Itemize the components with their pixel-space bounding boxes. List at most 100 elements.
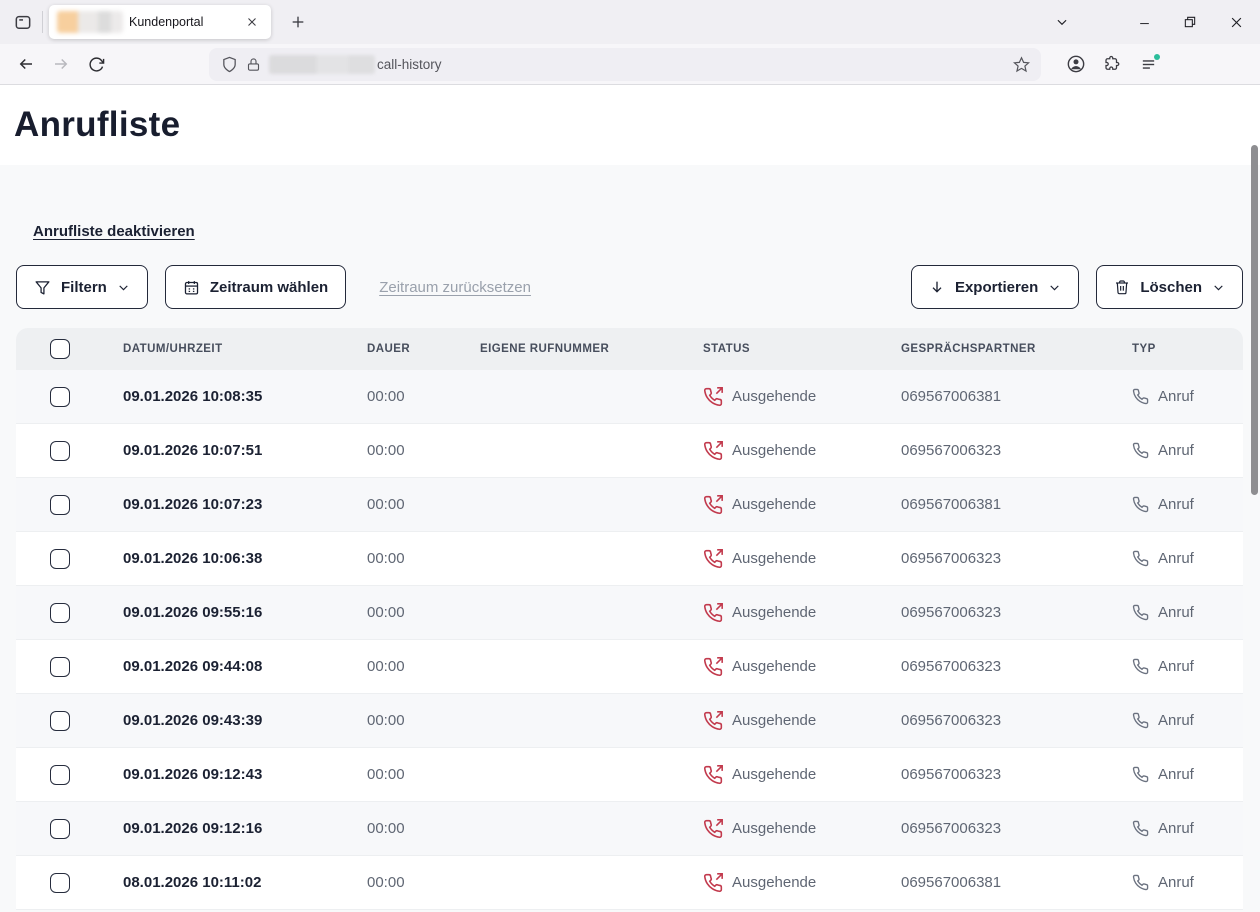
extensions-icon[interactable] bbox=[1097, 49, 1127, 79]
table-header-row: DATUM/UHRZEIT DAUER EIGENE RUFNUMMER STA… bbox=[16, 328, 1243, 370]
phone-icon bbox=[1132, 388, 1149, 405]
new-tab-button[interactable] bbox=[283, 7, 313, 37]
reset-date-range-link[interactable]: Zeitraum zurücksetzen bbox=[379, 279, 531, 296]
tab-close-icon[interactable] bbox=[241, 11, 263, 33]
status-label: Ausgehende bbox=[732, 442, 816, 459]
row-checkbox[interactable] bbox=[50, 765, 70, 785]
tab-list-chevron-icon[interactable] bbox=[1042, 0, 1082, 44]
date-range-button-label: Zeitraum wählen bbox=[210, 279, 328, 296]
browser-toolbar: call-history bbox=[0, 44, 1260, 85]
lock-icon[interactable] bbox=[241, 52, 265, 76]
cell-datetime: 09.01.2026 09:44:08 bbox=[123, 658, 367, 675]
status-label: Ausgehende bbox=[732, 820, 816, 837]
cell-type: Anruf bbox=[1132, 550, 1243, 567]
row-checkbox[interactable] bbox=[50, 495, 70, 515]
address-bar[interactable]: call-history bbox=[209, 48, 1041, 81]
close-icon[interactable] bbox=[1216, 0, 1256, 44]
status-label: Ausgehende bbox=[732, 496, 816, 513]
row-checkbox[interactable] bbox=[50, 873, 70, 893]
url-redacted-domain bbox=[269, 55, 375, 74]
outgoing-call-icon bbox=[703, 603, 723, 623]
filter-icon bbox=[34, 279, 51, 296]
outgoing-call-icon bbox=[703, 819, 723, 839]
phone-icon bbox=[1132, 874, 1149, 891]
row-checkbox[interactable] bbox=[50, 819, 70, 839]
row-checkbox[interactable] bbox=[50, 603, 70, 623]
calendar-icon bbox=[183, 279, 200, 296]
titlebar-separator bbox=[42, 11, 43, 33]
trash-icon bbox=[1114, 279, 1130, 295]
col-header-duration: DAUER bbox=[367, 343, 480, 355]
outgoing-call-icon bbox=[703, 387, 723, 407]
select-all-checkbox[interactable] bbox=[50, 339, 70, 359]
filter-button[interactable]: Filtern bbox=[16, 265, 148, 309]
cell-type: Anruf bbox=[1132, 658, 1243, 675]
cell-status: Ausgehende bbox=[703, 549, 901, 569]
browser-tab[interactable]: Kundenportal bbox=[49, 5, 271, 39]
outgoing-call-icon bbox=[703, 873, 723, 893]
date-range-button[interactable]: Zeitraum wählen bbox=[165, 265, 346, 309]
browser-titlebar: Kundenportal bbox=[0, 0, 1260, 44]
cell-datetime: 09.01.2026 09:12:43 bbox=[123, 766, 367, 783]
delete-button[interactable]: Löschen bbox=[1096, 265, 1243, 309]
phone-icon bbox=[1132, 820, 1149, 837]
cell-status: Ausgehende bbox=[703, 441, 901, 461]
cell-type: Anruf bbox=[1132, 442, 1243, 459]
table-row: 09.01.2026 10:07:51 00:00 Ausgehende 069… bbox=[16, 424, 1243, 478]
action-toolbar: Filtern Zeitraum wählen Zeitraum zurücks… bbox=[16, 265, 1243, 309]
action-toolbar-right: Exportieren Löschen bbox=[911, 265, 1243, 309]
phone-icon bbox=[1132, 658, 1149, 675]
cell-status: Ausgehende bbox=[703, 495, 901, 515]
filter-button-label: Filtern bbox=[61, 279, 107, 296]
cell-status: Ausgehende bbox=[703, 387, 901, 407]
cell-type: Anruf bbox=[1132, 388, 1243, 405]
cell-duration: 00:00 bbox=[367, 550, 480, 567]
row-checkbox[interactable] bbox=[50, 387, 70, 407]
page-scrollbar[interactable] bbox=[1251, 145, 1258, 495]
cell-duration: 00:00 bbox=[367, 712, 480, 729]
row-checkbox[interactable] bbox=[50, 711, 70, 731]
forward-icon[interactable] bbox=[47, 50, 75, 78]
cell-type: Anruf bbox=[1132, 604, 1243, 621]
firefox-view-icon[interactable] bbox=[8, 7, 38, 37]
phone-icon bbox=[1132, 604, 1149, 621]
cell-type: Anruf bbox=[1132, 766, 1243, 783]
export-button[interactable]: Exportieren bbox=[911, 265, 1079, 309]
cell-partner: 069567006381 bbox=[901, 496, 1132, 513]
table-row: 08.01.2026 10:11:02 00:00 Ausgehende 069… bbox=[16, 856, 1243, 910]
back-icon[interactable] bbox=[12, 50, 40, 78]
cell-datetime: 09.01.2026 09:55:16 bbox=[123, 604, 367, 621]
account-icon[interactable] bbox=[1061, 49, 1091, 79]
status-label: Ausgehende bbox=[732, 766, 816, 783]
page-title: Anrufliste bbox=[14, 105, 180, 145]
type-label: Anruf bbox=[1158, 658, 1194, 675]
bookmark-star-icon[interactable] bbox=[1009, 52, 1033, 76]
col-header-own-number: EIGENE RUFNUMMER bbox=[480, 343, 703, 355]
minimize-icon[interactable] bbox=[1124, 0, 1164, 44]
table-row: 09.01.2026 10:06:38 00:00 Ausgehende 069… bbox=[16, 532, 1243, 586]
chevron-down-icon bbox=[117, 281, 130, 294]
outgoing-call-icon bbox=[703, 657, 723, 677]
menu-icon[interactable] bbox=[1133, 49, 1163, 79]
restore-icon[interactable] bbox=[1170, 0, 1210, 44]
row-checkbox[interactable] bbox=[50, 441, 70, 461]
cell-duration: 00:00 bbox=[367, 388, 480, 405]
row-checkbox[interactable] bbox=[50, 657, 70, 677]
export-button-label: Exportieren bbox=[955, 279, 1038, 296]
table-row: 09.01.2026 09:12:16 00:00 Ausgehende 069… bbox=[16, 802, 1243, 856]
row-checkbox[interactable] bbox=[50, 549, 70, 569]
type-label: Anruf bbox=[1158, 388, 1194, 405]
deactivate-call-list-link[interactable]: Anrufliste deaktivieren bbox=[33, 223, 195, 240]
menu-notification-dot bbox=[1154, 54, 1160, 60]
cell-status: Ausgehende bbox=[703, 765, 901, 785]
status-label: Ausgehende bbox=[732, 658, 816, 675]
cell-status: Ausgehende bbox=[703, 657, 901, 677]
status-label: Ausgehende bbox=[732, 712, 816, 729]
shield-icon[interactable] bbox=[217, 52, 241, 76]
outgoing-call-icon bbox=[703, 549, 723, 569]
reload-icon[interactable] bbox=[82, 50, 110, 78]
table-row: 09.01.2026 09:55:16 00:00 Ausgehende 069… bbox=[16, 586, 1243, 640]
outgoing-call-icon bbox=[703, 441, 723, 461]
type-label: Anruf bbox=[1158, 604, 1194, 621]
outgoing-call-icon bbox=[703, 495, 723, 515]
